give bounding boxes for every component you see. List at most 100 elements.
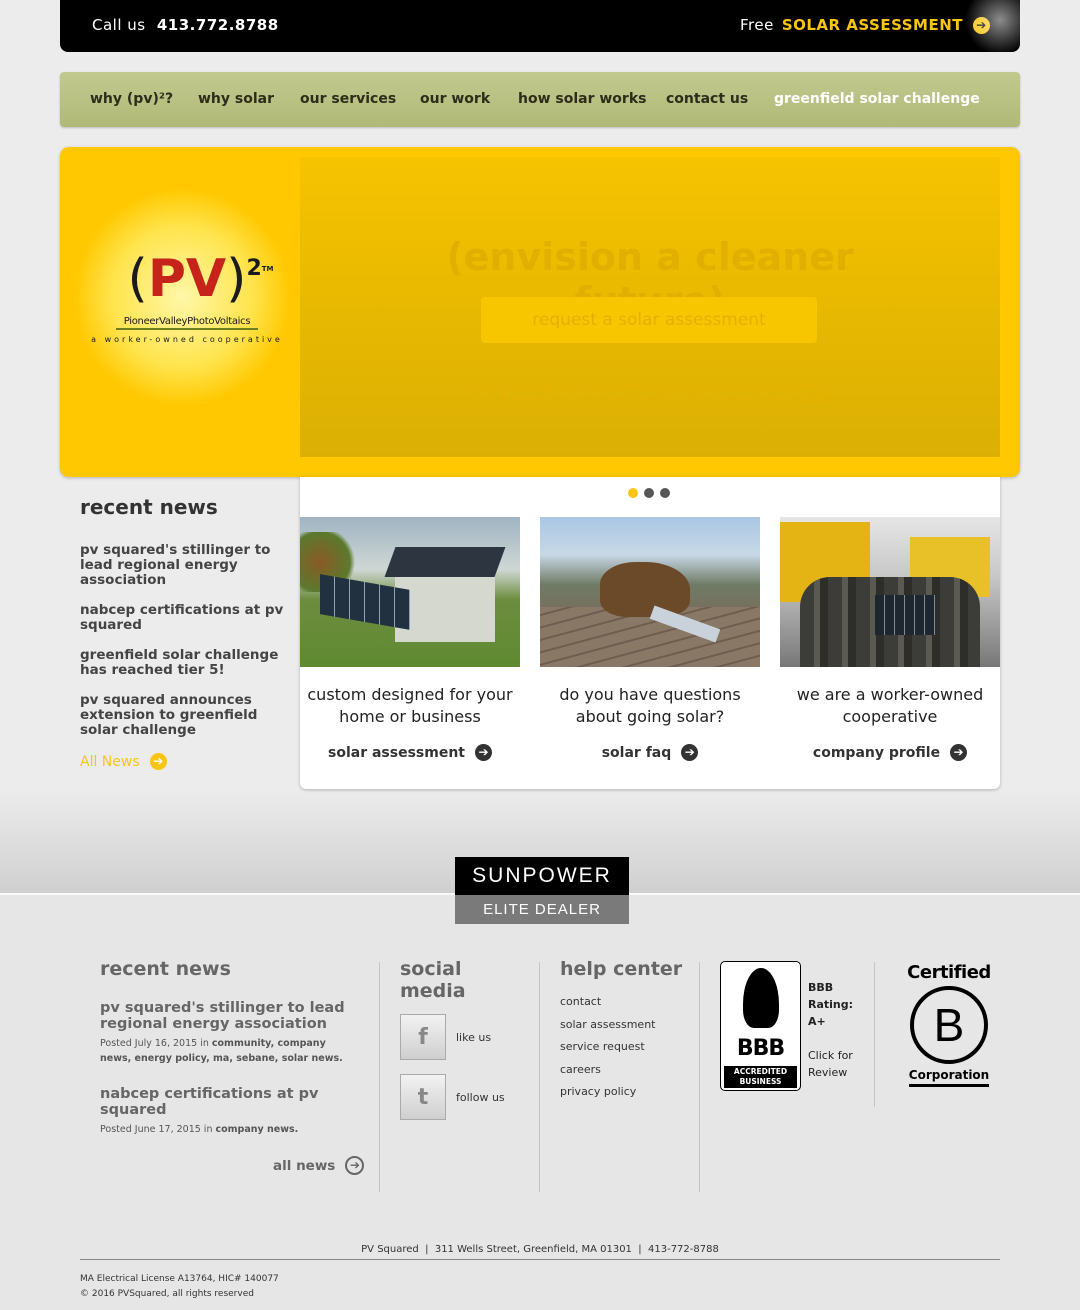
bbb-accredited-label: ACCREDITED BUSINESS [724,1066,797,1088]
arrow-right-icon: ➔ [681,744,699,761]
call-label: Call us [92,16,146,34]
logo-name: PioneerValleyPhotoVoltaics [115,316,259,330]
footer-divider [699,962,700,1192]
footer-recent-news: recent news pv squared's stillinger to l… [100,958,365,1175]
arrow-right-icon: ➔ [149,753,167,770]
footer-news-title: recent news [100,958,231,980]
solar-assessment-link[interactable]: solar assessment ➔ [300,744,520,761]
social-title: social media [400,958,466,1002]
main-nav: why (pv)²? why solar our services our wo… [60,72,1020,127]
footer-address: PV Squared | 311 Wells Street, Greenfiel… [361,1244,719,1255]
feature-card: do you have questions about going solar?… [540,517,760,761]
card-text: do you have questions about going solar? [559,685,741,726]
footer-divider [379,962,380,1192]
news-link[interactable]: pv squared announces extension to greenf… [80,693,285,738]
nav-item-why-pv2[interactable]: why (pv)²? [90,91,173,107]
sunpower-brand: SUNPOWER [455,857,629,895]
logo-superscript: 2TM [246,256,274,281]
hero-subline: invest in renewable energy [473,375,827,405]
b-corporation-badge[interactable]: Certified B Corporation [905,962,993,1087]
call-us: Call us 413.772.8788 [92,16,279,34]
nav-item-greenfield-solar-challenge[interactable]: greenfield solar challenge [774,91,980,107]
footer-post-title[interactable]: nabcep certifications at pv squared [100,1086,360,1118]
news-link[interactable]: greenfield solar challenge has reached t… [80,648,285,678]
copyright-text: © 2016 PVSquared, all rights reserved [80,1289,254,1299]
footer-post-title[interactable]: pv squared's stillinger to lead regional… [100,1000,360,1032]
license-text: MA Electrical License A13764, HIC# 14007… [80,1274,279,1284]
post-categories[interactable]: company news. [215,1124,298,1135]
all-news-label: All News [80,753,140,770]
feature-panel: custom designed for your home or busines… [300,477,1000,789]
bbb-rating[interactable]: BBB Rating: A+ Click for Review [808,979,872,1081]
nav-item-why-solar[interactable]: why solar [198,91,274,107]
arrow-right-icon: ➔ [345,1156,365,1175]
social-label: follow us [456,1090,505,1104]
recent-news-title: recent news [80,495,218,519]
twitter-link[interactable]: t follow us [400,1074,530,1120]
news-link[interactable]: nabcep certifications at pv squared [80,603,285,633]
solar-faq-link[interactable]: solar faq ➔ [540,744,760,761]
nav-item-how-solar-works[interactable]: how solar works [518,91,646,107]
facebook-link[interactable]: f like us [400,1014,530,1060]
help-link-privacy-policy[interactable]: privacy policy [560,1085,690,1099]
feature-card: custom designed for your home or busines… [300,517,520,761]
footer-all-news-link[interactable]: all news ➔ [273,1156,365,1175]
footer-rule [80,1259,1000,1260]
all-news-link[interactable]: All News ➔ [80,753,285,770]
team-photo [780,517,1000,667]
card-text: custom designed for your home or busines… [307,685,513,726]
sunpower-tier: ELITE DEALER [455,895,629,924]
solar-house-photo [300,517,520,667]
bbb-name: BBB [808,981,834,994]
bbb-rating-value: Rating: A+ [808,998,854,1028]
company-profile-link[interactable]: company profile ➔ [780,744,1000,761]
help-link-careers[interactable]: careers [560,1063,690,1077]
sunpower-elite-dealer-badge[interactable]: SUNPOWER ELITE DEALER [455,857,629,924]
slider-dots [628,488,670,498]
logo-mark: (PV) 2TM [82,249,292,309]
slider-dot[interactable] [644,488,654,498]
nav-item-our-work[interactable]: our work [420,91,490,107]
footer-divider [539,962,540,1192]
free-assessment-link[interactable]: Free SOLAR ASSESSMENT ➔ [740,16,990,34]
feature-card: we are a worker-owned cooperative compan… [780,517,1000,761]
slider-dot[interactable] [628,488,638,498]
bbb-accredited-badge[interactable]: BBB ACCREDITED BUSINESS [720,961,801,1091]
nav-item-contact-us[interactable]: contact us [666,91,748,107]
logo-pv: PV [147,249,227,309]
phone-link[interactable]: 413.772.8788 [157,16,279,34]
card-link-label: solar faq [601,744,672,761]
help-link-solar-assessment[interactable]: solar assessment [560,1018,690,1032]
roof-installer-photo [540,517,760,667]
footer-post-meta: Posted June 17, 2015 in company news. [100,1124,299,1135]
nav-item-our-services[interactable]: our services [300,91,396,107]
slider-dot[interactable] [660,488,670,498]
help-link-service-request[interactable]: service request [560,1040,690,1054]
twitter-icon[interactable]: t [400,1074,446,1120]
help-link-contact[interactable]: contact [560,995,690,1009]
footer-divider [874,962,875,1107]
bbb-click-for-review: Click for Review [808,1049,853,1079]
card-link-label: solar assessment [328,744,465,761]
top-bar: Call us 413.772.8788 Free SOLAR ASSESSME… [60,0,1020,52]
arrow-right-icon: ➔ [950,744,968,761]
logo-tagline: a worker-owned cooperative [91,335,283,344]
recent-news-sidebar: recent news pv squared's stillinger to l… [80,495,285,770]
hero-cta-button[interactable]: request a solar assessment [481,297,817,343]
facebook-icon[interactable]: f [400,1014,446,1060]
footer-legal: MA Electrical License A13764, HIC# 14007… [80,1272,279,1302]
free-label: Free [739,16,774,34]
bbb-torch-icon [743,968,779,1028]
footer-help-center: help center contact solar assessment ser… [560,958,690,1099]
all-news-label: all news [273,1157,336,1174]
help-title: help center [560,958,683,980]
assessment-label: SOLAR ASSESSMENT [781,16,963,34]
card-link-label: company profile [812,744,941,761]
pv-squared-logo[interactable]: (PV) 2TM PioneerValleyPhotoVoltaics a wor… [82,249,292,369]
news-link[interactable]: pv squared's stillinger to lead regional… [80,543,285,588]
hero-slider: (PV) 2TM PioneerValleyPhotoVoltaics a wor… [60,147,1020,477]
arrow-right-icon: ➔ [475,744,492,761]
bbb-letters: BBB [736,1036,785,1061]
shine-decoration [960,0,1020,52]
card-text: we are a worker-owned cooperative [796,685,984,726]
